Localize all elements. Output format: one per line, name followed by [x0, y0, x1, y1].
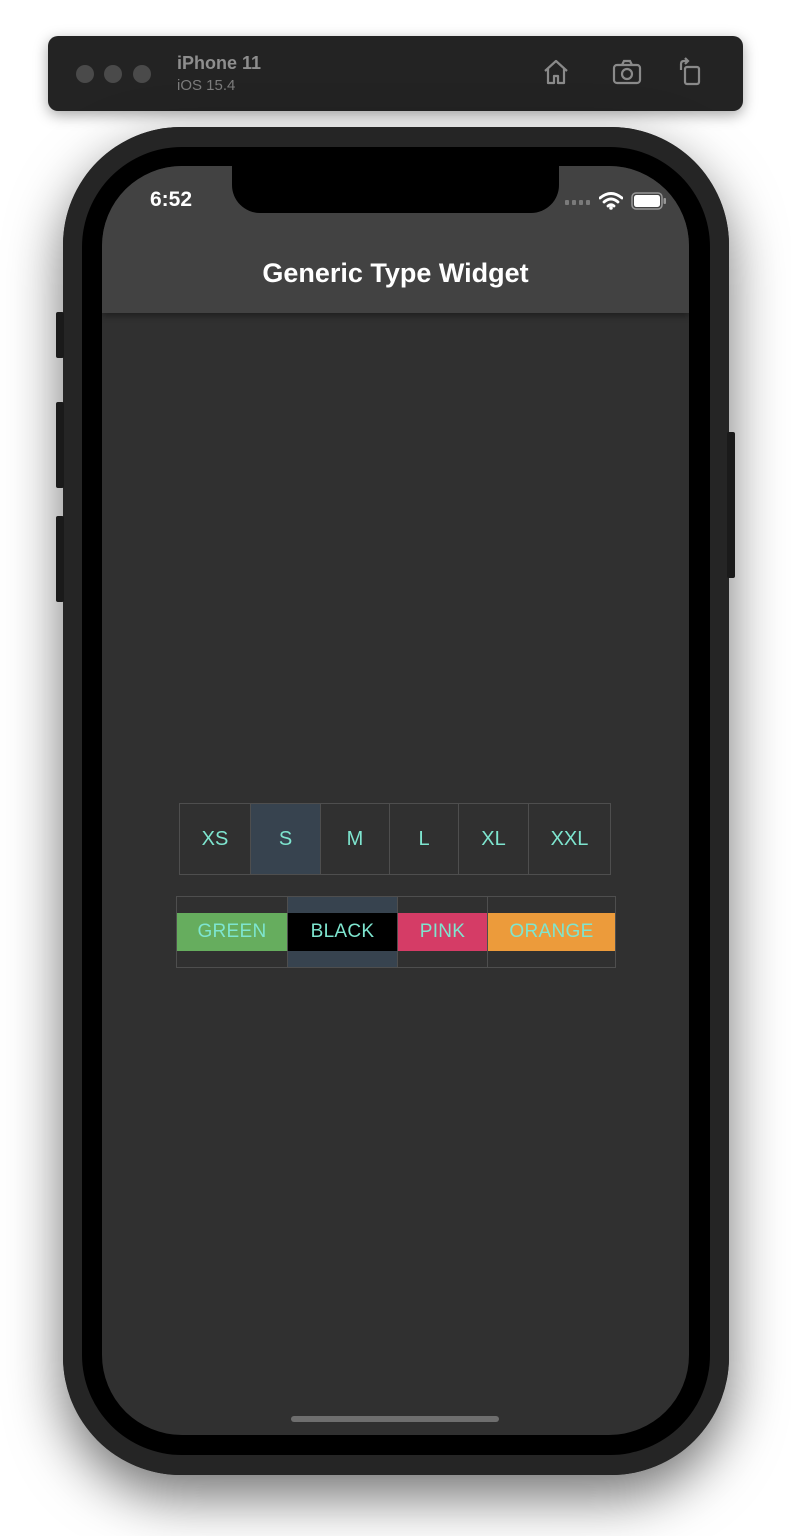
size-selector: XS S M L XL XXL	[179, 803, 611, 875]
home-button[interactable]	[538, 54, 574, 90]
phone-screen: Generic Type Widget	[102, 166, 689, 1435]
color-option-black[interactable]: BLACK	[288, 897, 398, 967]
battery-icon	[631, 192, 666, 210]
simulator-os-version: iOS 15.4	[177, 77, 236, 94]
color-chip-black: BLACK	[288, 913, 397, 951]
wifi-icon	[599, 192, 623, 210]
color-option-pink[interactable]: PINK	[398, 897, 488, 967]
color-chip-pink: PINK	[398, 913, 487, 951]
color-chip-orange: ORANGE	[488, 913, 615, 951]
color-option-green[interactable]: GREEN	[177, 897, 288, 967]
silent-switch	[56, 312, 64, 358]
size-option-xs[interactable]: XS	[180, 804, 251, 874]
home-icon	[544, 59, 568, 85]
size-option-m[interactable]: M	[321, 804, 390, 874]
rotate-button[interactable]	[673, 54, 709, 90]
color-selector: GREEN BLACK PINK ORANGE	[176, 896, 616, 968]
camera-icon	[612, 59, 642, 85]
size-option-xl[interactable]: XL	[459, 804, 529, 874]
simulator-device-name: iPhone 11	[177, 53, 262, 73]
volume-down-button	[56, 516, 64, 602]
home-indicator	[291, 1416, 499, 1422]
size-option-l[interactable]: L	[390, 804, 459, 874]
window-zoom-dot[interactable]	[133, 65, 151, 83]
power-button	[727, 432, 735, 578]
status-icons	[565, 192, 667, 210]
volume-up-button	[56, 402, 64, 488]
size-option-s[interactable]: S	[251, 804, 321, 874]
cellular-signal-icon	[565, 200, 590, 205]
size-option-xxl[interactable]: XXL	[529, 804, 610, 874]
screenshot-button[interactable]	[609, 54, 645, 90]
rotate-icon	[679, 57, 701, 86]
page-title: Generic Type Widget	[262, 258, 529, 288]
status-time: 6:52	[150, 188, 193, 211]
notch	[232, 166, 559, 213]
color-option-orange[interactable]: ORANGE	[488, 897, 615, 967]
window-minimize-dot[interactable]	[104, 65, 122, 83]
color-chip-green: GREEN	[177, 913, 287, 951]
window-close-dot[interactable]	[76, 65, 94, 83]
